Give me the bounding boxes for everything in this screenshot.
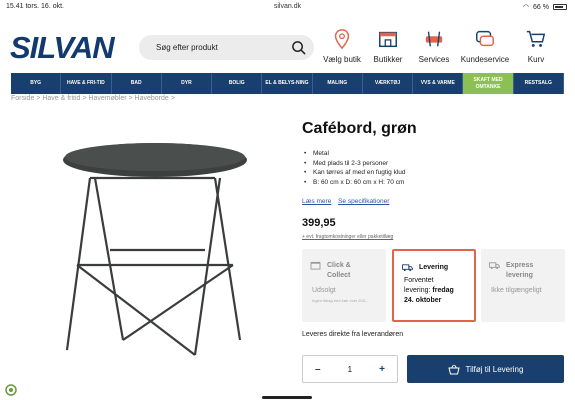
nav-item-vaerktoj[interactable]: VÆRKTØJ bbox=[363, 73, 414, 94]
tools-icon bbox=[425, 31, 443, 47]
supplier-note: Leveres direkte fra leverandøren bbox=[302, 331, 404, 338]
quantity-plus-button[interactable]: + bbox=[379, 364, 385, 375]
nav-item-skaft-med-omtanke[interactable]: SKAFT MED OMTANKE bbox=[463, 73, 514, 94]
search-input[interactable]: Søg efter produkt bbox=[156, 43, 218, 52]
store-icon bbox=[310, 261, 321, 270]
search-bar[interactable]: Søg efter produkt bbox=[139, 35, 314, 60]
battery-text: 66 % bbox=[533, 3, 549, 11]
bullet-item: B: 60 cm x D: 60 cm x H: 70 cm bbox=[304, 179, 406, 186]
product-title: Cafébord, grøn bbox=[302, 120, 417, 137]
home-indicator[interactable] bbox=[262, 396, 312, 399]
option-title: Levering bbox=[419, 264, 449, 271]
wifi-icon: ◠ bbox=[522, 4, 530, 11]
basket-icon bbox=[447, 364, 460, 374]
option-status: Udsolgt bbox=[312, 287, 336, 294]
specs-link[interactable]: Se specifikationer bbox=[338, 198, 389, 205]
nav-item-restsalg[interactable]: RESTSALG bbox=[514, 73, 564, 94]
product-image[interactable] bbox=[55, 140, 255, 365]
recycle-icon[interactable] bbox=[5, 384, 17, 396]
bullet-item: Kan tørres af med en fugtig klud bbox=[304, 169, 406, 176]
battery-icon bbox=[553, 4, 567, 10]
option-delivery-date: Forventet levering: fredag 24. oktober bbox=[404, 277, 454, 304]
nav-item-have-fritid[interactable]: HAVE & FRI-TID bbox=[61, 73, 112, 94]
logo[interactable]: SILVAN bbox=[10, 30, 115, 66]
quantity-stepper: – 1 + bbox=[302, 355, 398, 383]
option-delivery[interactable]: Levering Forventet levering: fredag 24. … bbox=[392, 249, 476, 322]
location-pin-icon bbox=[334, 29, 350, 50]
store-icon bbox=[379, 31, 397, 48]
product-links: Læs mere Se specifikationer bbox=[302, 198, 394, 205]
nav-item-bolig[interactable]: BOLIG bbox=[212, 73, 263, 94]
option-click-collect[interactable]: Click & Collect Udsolgt Ingen tilbag end … bbox=[302, 249, 386, 322]
nav-item-maling[interactable]: MALING bbox=[313, 73, 363, 94]
chat-icon bbox=[476, 30, 494, 47]
truck-icon bbox=[489, 262, 500, 270]
option-express[interactable]: Express levering Ikke tilgængeligt bbox=[481, 249, 565, 322]
bullet-item: Metal bbox=[304, 150, 406, 157]
url-bar[interactable]: silvan.dk bbox=[0, 3, 575, 10]
nav-item-vvs-varme[interactable]: VVS & VARME bbox=[413, 73, 464, 94]
add-to-cart-label: Tilføj til Levering bbox=[465, 364, 524, 374]
search-icon[interactable] bbox=[291, 40, 306, 55]
nav-item-byg[interactable]: BYG bbox=[11, 73, 62, 94]
status-right: ◠ 66 % bbox=[523, 3, 567, 11]
nav-item-dyr[interactable]: DYR bbox=[162, 73, 213, 94]
nav-item-bad[interactable]: BAD bbox=[112, 73, 162, 94]
quantity-minus-button[interactable]: – bbox=[315, 364, 321, 375]
read-more-link[interactable]: Læs mere bbox=[302, 198, 331, 205]
bullet-item: Med plads til 2-3 personer bbox=[304, 160, 406, 167]
truck-icon bbox=[402, 264, 413, 272]
product-price: 399,95 bbox=[302, 217, 336, 229]
breadcrumb[interactable]: Forside > Have & fritid > Havemøbler > H… bbox=[11, 95, 175, 102]
option-title: Click & Collect bbox=[327, 262, 351, 279]
header-kurv[interactable]: Kurv bbox=[506, 28, 566, 64]
add-to-cart-button[interactable]: Tilføj til Levering bbox=[407, 355, 564, 383]
main-nav: BYG HAVE & FRI-TID BAD DYR BOLIG EL & BE… bbox=[11, 73, 564, 94]
option-note: Ingen tilbag end køb over 200,- bbox=[312, 298, 368, 303]
header-icon-label: Kurv bbox=[527, 55, 545, 64]
option-title: Express levering bbox=[506, 262, 534, 279]
freight-link[interactable]: + evt. fragtomkostninger eller pakketill… bbox=[302, 234, 393, 240]
product-bullets: Metal Med plads til 2-3 personer Kan tør… bbox=[304, 150, 406, 188]
nav-item-el-belysning[interactable]: EL & BELYS-NING bbox=[262, 73, 313, 94]
status-bar: 15.41 tors. 16. okt. silvan.dk ◠ 66 % bbox=[0, 0, 575, 14]
quantity-value[interactable]: 1 bbox=[348, 365, 352, 374]
option-status: Ikke tilgængeligt bbox=[491, 287, 542, 294]
cart-icon bbox=[526, 30, 546, 47]
